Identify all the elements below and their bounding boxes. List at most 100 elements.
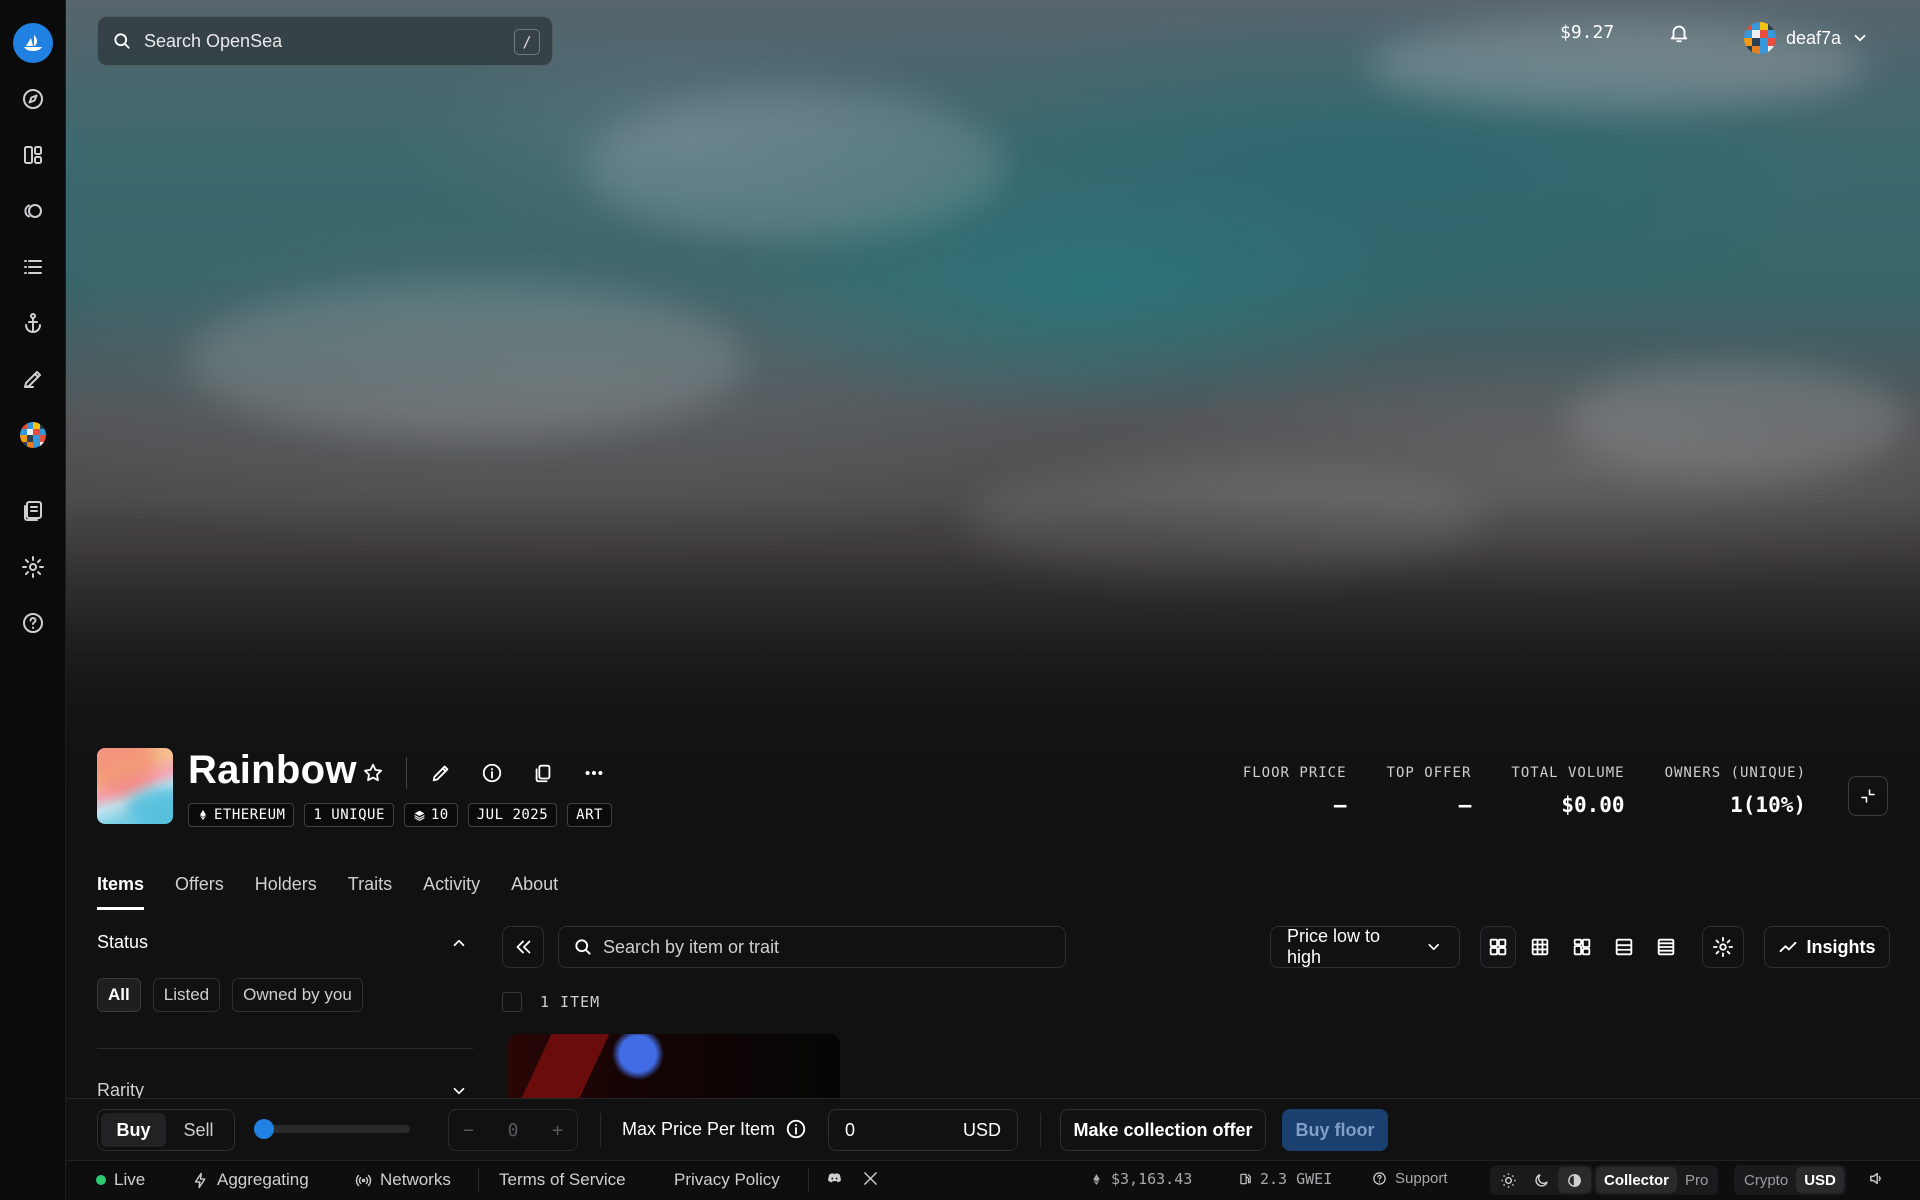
opensea-logo-icon[interactable] <box>13 23 53 63</box>
terms-link[interactable]: Terms of Service <box>499 1170 626 1190</box>
make-collection-offer-button[interactable]: Make collection offer <box>1060 1109 1266 1151</box>
gas-price: 2.3 GWEI <box>1238 1170 1332 1188</box>
search-icon <box>575 939 591 955</box>
global-search-input[interactable]: Search OpenSea / <box>97 16 553 66</box>
search-icon <box>114 33 130 49</box>
trend-chart-icon <box>1780 941 1797 953</box>
sweep-slider-track[interactable] <box>254 1125 410 1133</box>
item-search-placeholder: Search by item or trait <box>603 936 780 957</box>
chevron-up-icon[interactable] <box>450 934 468 952</box>
stepper-plus-button[interactable]: + <box>552 1120 563 1141</box>
theme-switcher <box>1490 1165 1593 1195</box>
notifications-bell-icon[interactable] <box>1668 22 1690 44</box>
tab-holders[interactable]: Holders <box>255 874 317 910</box>
nft-item-card-image[interactable] <box>508 1034 840 1098</box>
usd-currency-button[interactable]: USD <box>1796 1167 1844 1193</box>
stat-owners: OWNERS (UNIQUE) 1(10%) <box>1664 765 1806 817</box>
wallet-balance[interactable]: $9.27 <box>1560 22 1614 43</box>
profile-avatar-icon[interactable] <box>13 415 53 455</box>
currency-switcher: Crypto USD <box>1734 1165 1846 1195</box>
broadcast-icon <box>355 1174 372 1186</box>
tab-items[interactable]: Items <box>97 874 145 910</box>
help-icon[interactable] <box>13 603 53 643</box>
x-twitter-icon[interactable] <box>862 1170 879 1187</box>
collection-tags: ETHEREUM 1 UNIQUE 10 JUL 2025 ART <box>188 803 612 827</box>
info-icon[interactable] <box>477 758 507 788</box>
copy-icon[interactable] <box>528 758 558 788</box>
status-listed[interactable]: Listed <box>152 978 221 1012</box>
support-link[interactable]: Support <box>1372 1170 1448 1187</box>
stat-floor-price: FLOOR PRICE – <box>1242 765 1347 817</box>
buy-toggle-button[interactable]: Buy <box>101 1113 166 1147</box>
tag-chain[interactable]: ETHEREUM <box>188 803 295 827</box>
status-filter-options: All Listed Owned by you <box>97 978 363 1012</box>
create-pen-icon[interactable] <box>13 359 53 399</box>
filter-divider <box>97 1048 473 1049</box>
header-divider <box>406 757 407 789</box>
tag-category[interactable]: ART <box>567 803 612 827</box>
more-options-icon[interactable] <box>579 758 609 788</box>
quantity-stepper[interactable]: − 0 + <box>448 1109 578 1151</box>
gas-pump-icon <box>1240 1173 1251 1185</box>
sell-toggle-button[interactable]: Sell <box>166 1113 231 1147</box>
aggregating-status[interactable]: Aggregating <box>192 1170 309 1190</box>
item-search-input[interactable]: Search by item or trait <box>558 926 1066 968</box>
list-icon[interactable] <box>13 247 53 287</box>
ethereum-icon <box>200 810 206 820</box>
stepper-minus-button[interactable]: − <box>463 1120 474 1141</box>
collapse-filters-button[interactable] <box>502 926 544 968</box>
tab-offers[interactable]: Offers <box>175 874 224 910</box>
dark-theme-moon-icon[interactable] <box>1525 1167 1558 1193</box>
help-icon <box>1373 1172 1386 1185</box>
collection-thumbnail <box>97 748 173 824</box>
light-theme-sun-icon[interactable] <box>1492 1167 1525 1193</box>
view-small-grid-icon[interactable] <box>1522 926 1558 968</box>
crypto-currency-button[interactable]: Crypto <box>1736 1167 1796 1193</box>
max-price-label: Max Price Per Item <box>622 1118 807 1140</box>
collector-mode-button[interactable]: Collector <box>1596 1167 1678 1193</box>
tag-unique: 1 UNIQUE <box>304 803 394 827</box>
tab-activity[interactable]: Activity <box>423 874 480 910</box>
status-filter-title[interactable]: Status <box>97 932 148 953</box>
tab-about[interactable]: About <box>511 874 558 910</box>
tokens-icon[interactable] <box>13 191 53 231</box>
view-large-grid-icon[interactable] <box>1480 926 1516 968</box>
layers-icon <box>414 810 425 821</box>
favorite-star-icon[interactable] <box>358 758 388 788</box>
tab-traits[interactable]: Traits <box>348 874 392 910</box>
collapse-header-button[interactable] <box>1848 776 1888 816</box>
settings-gear-icon <box>1712 936 1734 958</box>
compass-icon[interactable] <box>13 79 53 119</box>
display-settings-button[interactable] <box>1702 926 1744 968</box>
view-table-icon[interactable] <box>1648 926 1684 968</box>
pro-mode-button[interactable]: Pro <box>1677 1167 1716 1193</box>
user-avatar <box>1744 22 1776 54</box>
eth-price: $3,163.43 <box>1090 1170 1192 1188</box>
networks-link[interactable]: Networks <box>355 1170 451 1190</box>
max-price-currency: USD <box>962 1119 1001 1140</box>
edit-pencil-icon[interactable] <box>426 758 456 788</box>
anchor-icon[interactable] <box>13 303 53 343</box>
max-price-input[interactable]: 0 USD <box>828 1109 1018 1151</box>
buy-floor-button[interactable]: Buy floor <box>1282 1109 1388 1151</box>
select-all-checkbox[interactable] <box>502 992 522 1012</box>
settings-gear-icon[interactable] <box>13 547 53 587</box>
system-theme-icon[interactable] <box>1558 1167 1591 1193</box>
sound-volume-icon[interactable] <box>1868 1170 1885 1187</box>
collections-icon[interactable] <box>13 135 53 175</box>
privacy-link[interactable]: Privacy Policy <box>674 1170 780 1190</box>
sort-dropdown[interactable]: Price low to high <box>1270 926 1460 968</box>
status-owned[interactable]: Owned by you <box>232 978 363 1012</box>
view-mosaic-icon[interactable] <box>1564 926 1600 968</box>
view-list-icon[interactable] <box>1606 926 1642 968</box>
insights-button[interactable]: Insights <box>1764 926 1890 968</box>
docs-icon[interactable] <box>13 491 53 531</box>
status-all[interactable]: All <box>97 978 141 1012</box>
discord-icon[interactable] <box>826 1170 843 1187</box>
max-price-value: 0 <box>845 1119 856 1140</box>
lightning-icon <box>194 1172 206 1188</box>
info-icon[interactable] <box>785 1118 807 1140</box>
sweep-slider-handle[interactable] <box>254 1119 274 1139</box>
user-menu[interactable]: deaf7a <box>1744 22 1869 54</box>
chevron-down-icon <box>1854 34 1866 42</box>
